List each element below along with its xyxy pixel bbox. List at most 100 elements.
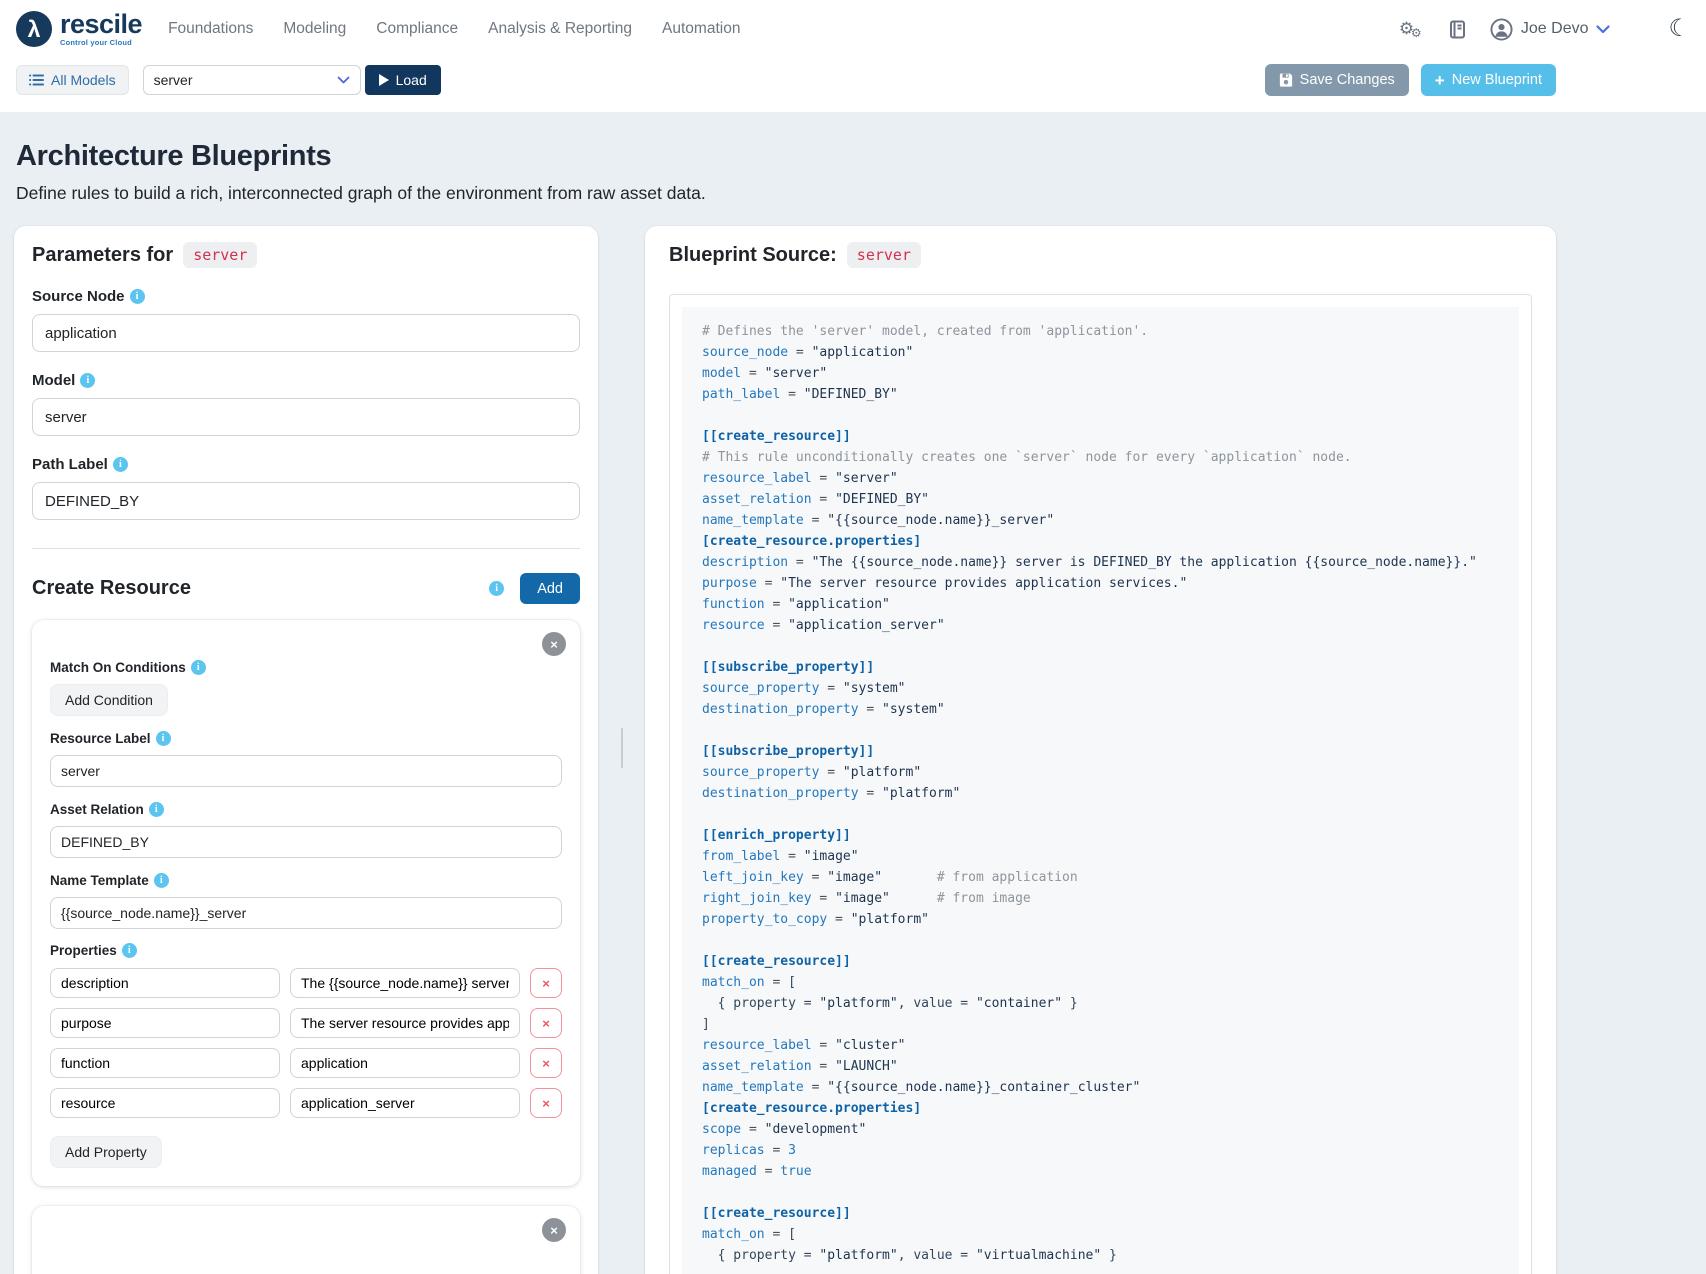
load-button[interactable]: Load (365, 65, 441, 95)
field-label: Source Node (32, 288, 125, 305)
nav-item[interactable]: Analysis & Reporting (488, 20, 632, 38)
add-resource-button[interactable]: Add (520, 573, 580, 604)
code-line: asset_relation = "DEFINED_BY" (702, 489, 1499, 510)
main-nav: Foundations Modeling Compliance Analysis… (168, 20, 740, 38)
field-input[interactable] (50, 755, 562, 787)
panel-scrollbar-thumb[interactable] (621, 728, 623, 768)
code-line: [[subscribe_property]] (702, 657, 1499, 678)
code-line: path_label = "DEFINED_BY" (702, 384, 1499, 405)
list-icon (29, 74, 44, 86)
code-line: scope = "development" (702, 1119, 1499, 1140)
property-row: × (50, 1048, 562, 1078)
plus-icon: + (1435, 72, 1445, 89)
field-label: Model (32, 372, 75, 389)
save-changes-button[interactable]: Save Changes (1265, 64, 1409, 96)
field-input[interactable] (32, 314, 580, 352)
info-icon[interactable]: i (191, 660, 206, 675)
field-input[interactable] (32, 482, 580, 520)
info-icon[interactable]: i (122, 943, 137, 958)
model-select[interactable]: server (143, 65, 361, 95)
field-label: Name Template (50, 873, 149, 888)
docs-book-icon[interactable] (1449, 20, 1466, 39)
form-field: Resource Labeli (50, 730, 562, 787)
remove-property-button[interactable]: × (530, 1088, 562, 1118)
nav-item[interactable]: Modeling (283, 20, 346, 38)
property-key-input[interactable] (50, 1088, 280, 1118)
add-property-button[interactable]: Add Property (50, 1136, 162, 1168)
property-value-input[interactable] (290, 968, 520, 998)
property-value-input[interactable] (290, 1088, 520, 1118)
property-value-input[interactable] (290, 1048, 520, 1078)
app-logo: λ rescile Control your Cloud (16, 11, 142, 47)
code-line: function = "application" (702, 594, 1499, 615)
code-line: [create_resource.properties] (702, 1098, 1499, 1119)
code-line: replicas = 3 (702, 1140, 1499, 1161)
close-icon[interactable]: × (542, 632, 566, 656)
code-line (702, 1182, 1499, 1203)
blueprint-source-heading: Blueprint Source: (669, 244, 837, 267)
info-icon[interactable]: i (154, 873, 169, 888)
code-line: name_template = "{{source_node.name}}_co… (702, 1077, 1499, 1098)
parameters-panel: Parameters for server Source Nodei Model… (14, 226, 598, 1274)
code-line (702, 804, 1499, 825)
blueprint-source-panel: Blueprint Source: server # Defines the '… (645, 226, 1556, 1274)
nav-item[interactable]: Automation (662, 20, 740, 38)
info-icon[interactable]: i (149, 802, 164, 817)
field-label: Path Label (32, 456, 108, 473)
info-icon[interactable]: i (113, 457, 128, 472)
info-icon[interactable]: i (130, 289, 145, 304)
nav-item[interactable]: Compliance (376, 20, 458, 38)
all-models-button[interactable]: All Models (16, 65, 129, 95)
property-row: × (50, 968, 562, 998)
property-row: × (50, 1088, 562, 1118)
field-input[interactable] (50, 826, 562, 858)
property-key-input[interactable] (50, 1008, 280, 1038)
code-line: resource_label = "server" (702, 468, 1499, 489)
property-row: × (50, 1008, 562, 1038)
code-line: [[enrich_property]] (702, 825, 1499, 846)
field-input[interactable] (32, 398, 580, 436)
property-key-input[interactable] (50, 968, 280, 998)
code-line: { property = "platform", value = "virtua… (702, 1245, 1499, 1266)
model-toolbar: All Models server Load (0, 58, 1706, 112)
close-icon[interactable]: × (542, 1218, 566, 1242)
code-line (702, 636, 1499, 657)
form-field: Name Template i (50, 872, 562, 929)
dark-mode-toggle-moon-icon[interactable]: ☾ (1668, 17, 1690, 41)
code-line: from_label = "image" (702, 846, 1499, 867)
add-condition-button[interactable]: Add Condition (50, 684, 168, 716)
code-line: match_on = [ (702, 972, 1499, 993)
code-line: ] (702, 1014, 1499, 1035)
code-line: source_node = "application" (702, 342, 1499, 363)
code-line: [[subscribe_property]] (702, 741, 1499, 762)
code-line (702, 405, 1499, 426)
code-line (702, 720, 1499, 741)
info-icon[interactable]: i (156, 731, 171, 746)
code-line: right_join_key = "image" # from image (702, 888, 1499, 909)
code-line: { property = "platform", value = "contai… (702, 993, 1499, 1014)
nav-item[interactable]: Foundations (168, 20, 253, 38)
code-line: [[create_resource]] (702, 951, 1499, 972)
lambda-logo-icon: λ (16, 11, 52, 47)
settings-gear-icon[interactable]: ⚙⚙ (1399, 19, 1425, 39)
remove-property-button[interactable]: × (530, 968, 562, 998)
info-icon[interactable]: i (80, 373, 95, 388)
field-input[interactable] (50, 897, 562, 929)
property-key-input[interactable] (50, 1048, 280, 1078)
new-blueprint-button[interactable]: + New Blueprint (1421, 64, 1556, 96)
form-field: Modeli (32, 372, 580, 436)
code-line (702, 930, 1499, 951)
property-value-input[interactable] (290, 1008, 520, 1038)
code-line: [[create_resource]] (702, 426, 1499, 447)
user-menu[interactable]: Joe Devo (1490, 18, 1611, 41)
info-icon[interactable]: i (489, 581, 504, 596)
code-line: property_to_copy = "platform" (702, 909, 1499, 930)
remove-property-button[interactable]: × (530, 1048, 562, 1078)
code-lines: # Defines the 'server' model, created fr… (682, 307, 1519, 1274)
form-field: Path Label i (32, 456, 580, 520)
remove-property-button[interactable]: × (530, 1008, 562, 1038)
top-navigation-bar: λ rescile Control your Cloud Foundations… (0, 0, 1706, 58)
blueprint-code-frame: # Defines the 'server' model, created fr… (669, 294, 1532, 1274)
code-line: resource_label = "cluster" (702, 1035, 1499, 1056)
match-on-conditions-label: Match On Conditionsi (50, 660, 562, 675)
